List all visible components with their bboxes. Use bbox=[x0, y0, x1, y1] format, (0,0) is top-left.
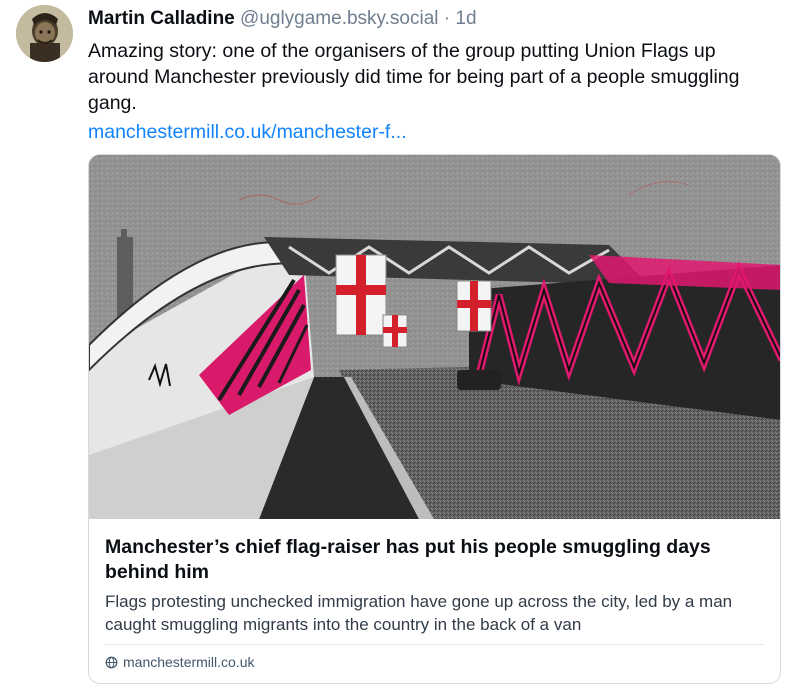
post-text: Amazing story: one of the organisers of … bbox=[88, 40, 740, 114]
post-link[interactable]: manchestermill.co.uk/manchester-f... bbox=[88, 119, 781, 145]
author-name[interactable]: Martin Calladine bbox=[88, 8, 235, 29]
card-divider bbox=[105, 644, 764, 645]
header-separator: · bbox=[443, 8, 451, 29]
card-domain-text: manchestermill.co.uk bbox=[123, 654, 255, 670]
globe-icon bbox=[105, 656, 118, 668]
card-title[interactable]: Manchester’s chief flag-raiser has put h… bbox=[105, 535, 764, 585]
post-timestamp[interactable]: 1d bbox=[455, 8, 476, 29]
post[interactable]: Martin Calladine @uglygame.bsky.social ·… bbox=[0, 0, 789, 694]
card-description: Flags protesting unchecked immigration h… bbox=[105, 592, 733, 634]
avatar[interactable] bbox=[16, 5, 73, 62]
card-thumbnail bbox=[89, 155, 780, 519]
card-domain: manchestermill.co.uk bbox=[105, 653, 255, 671]
author-handle[interactable]: @uglygame.bsky.social bbox=[240, 8, 438, 29]
link-card[interactable]: Manchester’s chief flag-raiser has put h… bbox=[88, 154, 781, 684]
